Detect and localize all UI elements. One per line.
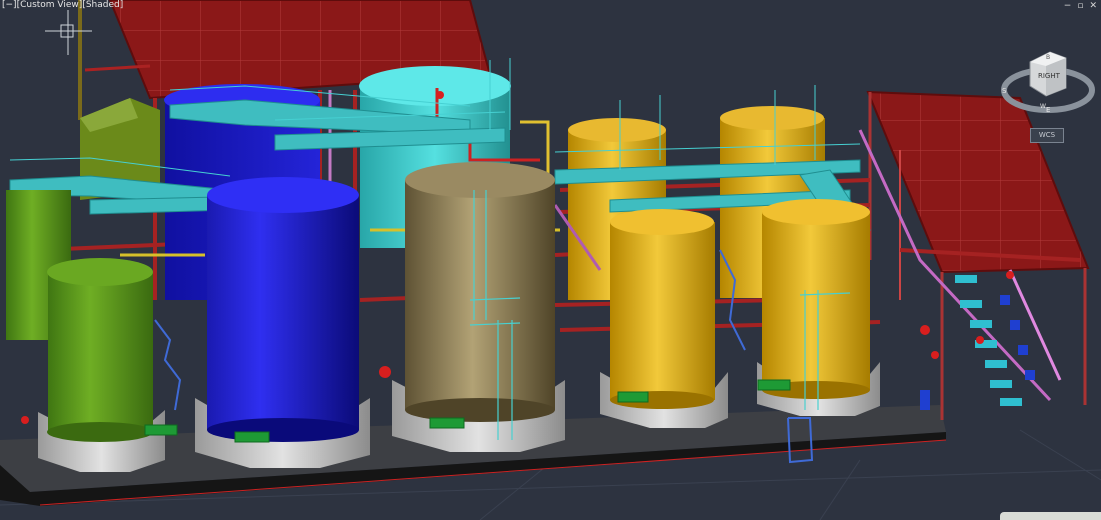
tank-khaki-front — [392, 162, 565, 452]
minimize-button[interactable]: − — [1064, 1, 1072, 11]
viewcube-icon[interactable]: RIGHT B S E W — [1000, 44, 1096, 120]
visual-style-menu[interactable]: [Shaded] — [82, 0, 123, 10]
pump-skids — [955, 275, 1022, 406]
close-button[interactable]: ✕ — [1089, 1, 1097, 11]
viewport-window-controls: − ▫ ✕ — [1064, 1, 1097, 11]
tank-green-front — [38, 258, 165, 472]
corner-tab — [1000, 512, 1101, 520]
model-viewport[interactable]: [−][Custom View][Shaded] − ▫ ✕ RIGHT B S… — [0, 0, 1101, 520]
ucs-menu-button[interactable]: WCS — [1030, 128, 1064, 143]
compass-east-label: E — [1046, 106, 1050, 114]
view-menu[interactable]: [Custom View] — [17, 0, 83, 10]
viewcube-face-label: RIGHT — [1038, 72, 1061, 80]
viewport-controls-label: [−][Custom View][Shaded] — [2, 0, 123, 10]
viewcube-top-label: B — [1046, 54, 1050, 61]
tank-blue-front — [195, 177, 370, 468]
compass-south-label: S — [1002, 87, 1007, 95]
restore-button[interactable]: ▫ — [1077, 1, 1083, 11]
ucs-crosshair-icon — [45, 10, 92, 55]
shaded-3d-scene — [0, 0, 1101, 520]
viewport-control-menu[interactable]: [−] — [2, 0, 17, 10]
compass-west-label: W — [1040, 103, 1046, 110]
